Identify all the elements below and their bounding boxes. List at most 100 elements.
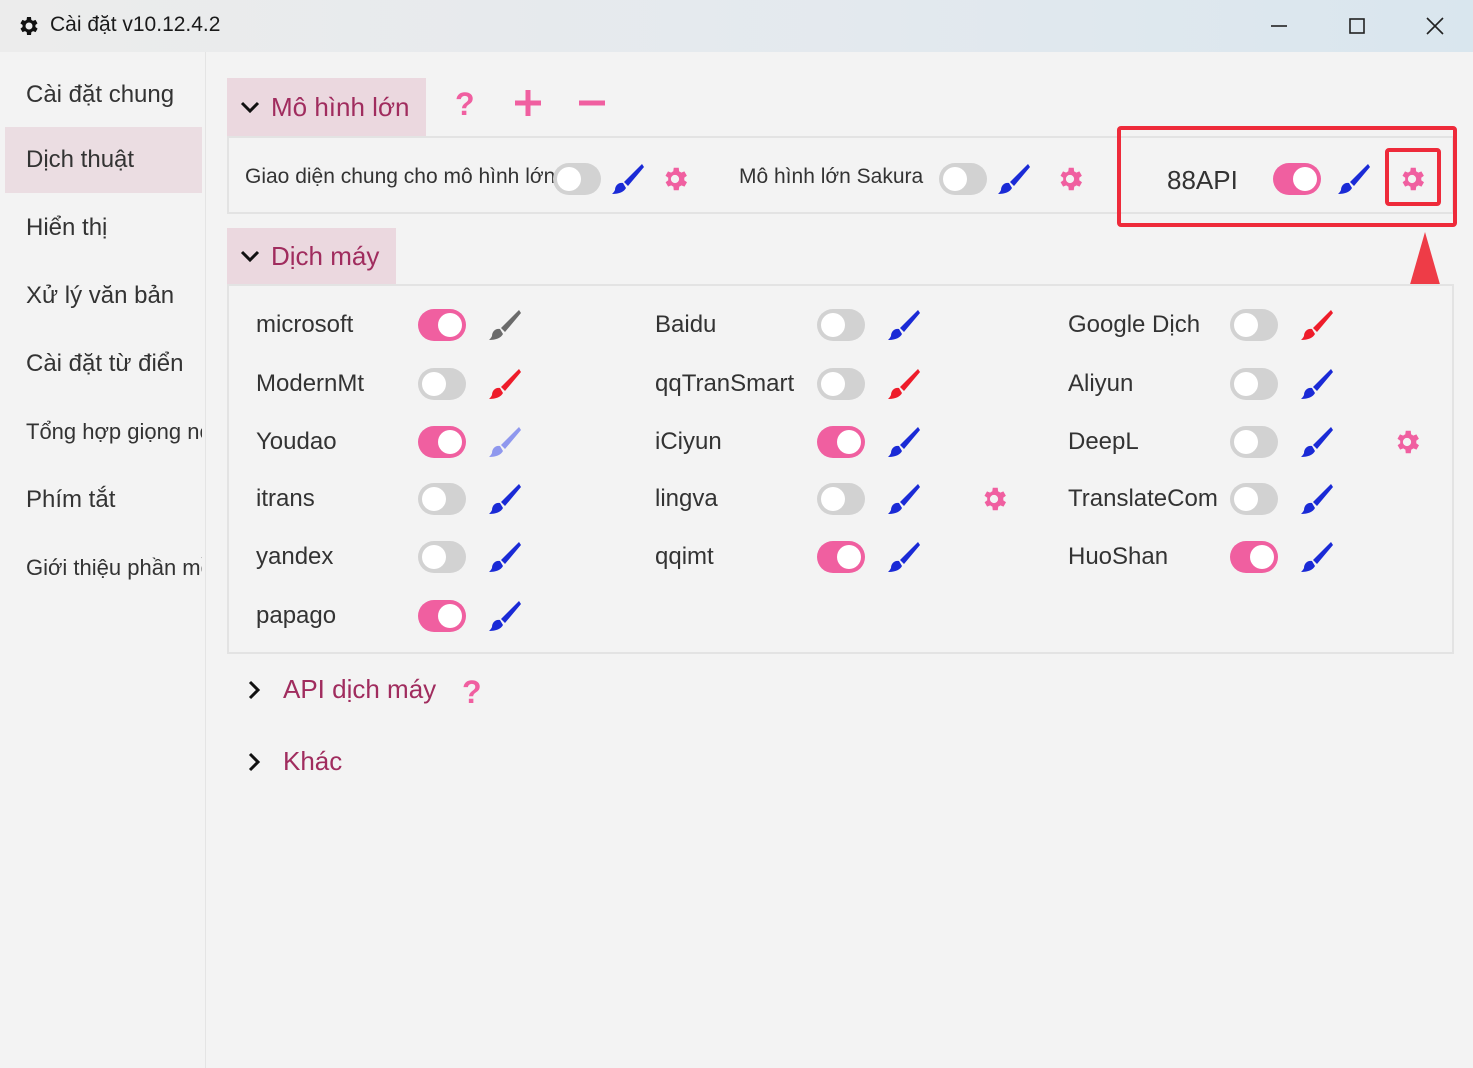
sidebar-item-label: Dịch thuật — [26, 146, 135, 173]
engine-toggle[interactable] — [817, 368, 865, 400]
engine-toggle[interactable] — [418, 483, 466, 515]
mt-section-title: Dịch máy — [271, 240, 380, 271]
engine-toggle[interactable] — [939, 163, 987, 195]
engine-toggle[interactable] — [1230, 426, 1278, 458]
minimize-button[interactable] — [1240, 0, 1318, 52]
add-icon[interactable] — [513, 88, 543, 118]
brush-icon[interactable] — [1300, 424, 1334, 458]
engine-label: DeepL — [1068, 428, 1139, 455]
remove-icon[interactable] — [577, 88, 607, 118]
brush-icon[interactable] — [611, 161, 645, 195]
brush-icon[interactable] — [887, 481, 921, 515]
brush-icon[interactable] — [488, 424, 522, 458]
chevron-down-icon — [240, 250, 260, 263]
engine-label: lingva — [655, 485, 718, 512]
api-mt-section-header[interactable]: API dịch máy — [243, 674, 436, 705]
engine-toggle[interactable] — [418, 600, 466, 632]
sidebar-item-label: Hiển thị — [26, 214, 108, 241]
maximize-button[interactable] — [1318, 0, 1396, 52]
brush-icon[interactable] — [997, 161, 1031, 195]
brush-icon[interactable] — [887, 539, 921, 573]
close-button[interactable] — [1396, 0, 1473, 52]
sidebar-item-label: Phím tắt — [26, 486, 116, 513]
brush-icon[interactable] — [488, 366, 522, 400]
engine-label: yandex — [256, 543, 334, 570]
sidebar-item-label: Giới thiệu phần mềm — [26, 555, 202, 580]
engine-toggle[interactable] — [1230, 309, 1278, 341]
brush-icon[interactable] — [887, 424, 921, 458]
sidebar: Cài đặt chung Dịch thuật Hiển thị Xử lý … — [0, 52, 206, 1068]
engine-label: HuoShan — [1068, 543, 1169, 570]
engine-toggle[interactable] — [817, 483, 865, 515]
sidebar-item-tts[interactable]: Tổng hợp giọng nói — [5, 399, 202, 465]
llm-help-icon[interactable]: ? — [455, 86, 475, 123]
engine-label: iCiyun — [655, 428, 722, 455]
brush-icon[interactable] — [488, 598, 522, 632]
gear-icon[interactable] — [1392, 427, 1422, 457]
sidebar-item-label: Cài đặt chung — [26, 81, 175, 108]
engine-toggle[interactable] — [418, 368, 466, 400]
engine-label: Giao diện chung cho mô hình lớn — [245, 165, 556, 188]
mt-section-header[interactable]: Dịch máy — [227, 228, 396, 284]
llm-section-header[interactable]: Mô hình lớn — [227, 78, 426, 136]
engine-label: Baidu — [655, 311, 717, 338]
engine-label: papago — [256, 602, 337, 629]
window-title: Cài đặt v10.12.4.2 — [50, 13, 221, 36]
sidebar-item-hotkeys[interactable]: Phím tắt — [5, 467, 202, 533]
sidebar-item-translation[interactable]: Dịch thuật — [5, 127, 202, 193]
api-mt-section-title: API dịch máy — [283, 674, 437, 704]
brush-icon[interactable] — [488, 307, 522, 341]
engine-label: itrans — [256, 485, 315, 512]
sidebar-item-label: Tổng hợp giọng nói — [26, 419, 202, 444]
engine-toggle[interactable] — [553, 163, 601, 195]
minimize-icon — [1271, 25, 1287, 27]
brush-icon[interactable] — [887, 366, 921, 400]
sidebar-item-about[interactable]: Giới thiệu phần mềm — [5, 535, 202, 601]
brush-icon[interactable] — [1300, 366, 1334, 400]
engine-label: qqimt — [655, 543, 714, 570]
engine-label: microsoft — [256, 311, 354, 338]
sidebar-item-label: Xử lý văn bản — [26, 282, 175, 309]
gear-icon[interactable] — [979, 484, 1009, 514]
engine-toggle[interactable] — [1230, 368, 1278, 400]
llm-section-title: Mô hình lớn — [271, 91, 410, 122]
chevron-right-icon — [248, 680, 261, 699]
settings-gear-icon — [16, 14, 40, 38]
gear-icon[interactable] — [660, 164, 690, 194]
engine-toggle[interactable] — [817, 541, 865, 573]
sidebar-item-display[interactable]: Hiển thị — [5, 195, 202, 261]
brush-icon[interactable] — [1300, 307, 1334, 341]
engine-label: Mô hình lớn Sakura — [739, 165, 924, 188]
engine-toggle[interactable] — [1230, 483, 1278, 515]
engine-label: Youdao — [256, 428, 337, 455]
sidebar-item-text-processing[interactable]: Xử lý văn bản — [5, 263, 202, 329]
title-bar: Cài đặt v10.12.4.2 — [0, 0, 1473, 52]
engine-label: Aliyun — [1068, 370, 1134, 397]
other-section-title: Khác — [283, 746, 343, 776]
brush-icon[interactable] — [887, 307, 921, 341]
brush-icon[interactable] — [1300, 539, 1334, 573]
sidebar-item-label: Cài đặt từ điển — [26, 350, 184, 377]
main-panel: Mô hình lớn ? Giao diện chung cho mô hìn… — [207, 52, 1473, 1068]
engine-toggle[interactable] — [817, 426, 865, 458]
engine-label: Google Dịch — [1068, 311, 1201, 338]
gear-icon[interactable] — [1055, 164, 1085, 194]
sidebar-item-general[interactable]: Cài đặt chung — [5, 62, 202, 128]
engine-label: ModernMt — [256, 370, 365, 397]
maximize-icon — [1349, 18, 1365, 34]
brush-icon[interactable] — [1300, 481, 1334, 515]
close-icon — [1426, 17, 1444, 35]
chevron-down-icon — [240, 101, 260, 114]
api-help-icon[interactable]: ? — [462, 674, 482, 711]
engine-toggle[interactable] — [418, 309, 466, 341]
engine-label: qqTranSmart — [655, 370, 795, 397]
engine-toggle[interactable] — [1230, 541, 1278, 573]
other-section-header[interactable]: Khác — [243, 746, 342, 777]
engine-toggle[interactable] — [418, 541, 466, 573]
engine-toggle[interactable] — [817, 309, 865, 341]
engine-toggle[interactable] — [418, 426, 466, 458]
engine-label: TranslateCom — [1068, 485, 1218, 512]
brush-icon[interactable] — [488, 481, 522, 515]
sidebar-item-dictionary[interactable]: Cài đặt từ điển — [5, 331, 202, 397]
brush-icon[interactable] — [488, 539, 522, 573]
